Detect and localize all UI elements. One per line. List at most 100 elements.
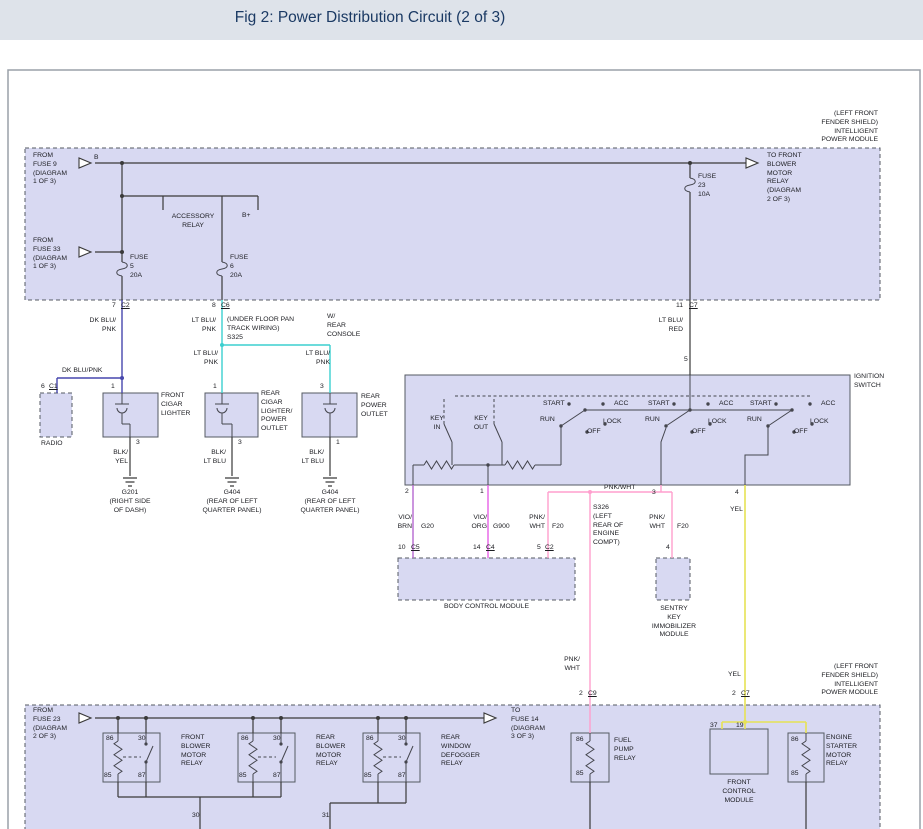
pin-6: 6 bbox=[41, 383, 45, 392]
relay3-pin-85: 85 bbox=[364, 772, 372, 781]
front-control-module-box bbox=[710, 729, 768, 774]
to-front-blower-label: TO FRONT BLOWER MOTOR RELAY (DIAGRAM 2 O… bbox=[767, 152, 802, 205]
sw1-start: START bbox=[543, 400, 565, 409]
sentry-pin-4: 4 bbox=[666, 544, 670, 553]
defogger-relay-label: REAR WINDOW DEFOGGER RELAY bbox=[441, 734, 480, 769]
sw3-lock: LOCK bbox=[810, 418, 829, 427]
connector-c4: C4 bbox=[486, 544, 495, 553]
header-bar: Fig 2: Power Distribution Circuit (2 of … bbox=[0, 0, 923, 40]
rear-cigar-pin-1: 1 bbox=[213, 383, 217, 392]
ipm-pin-2-c7: 2 bbox=[732, 690, 736, 699]
sw3-run: RUN bbox=[747, 416, 762, 425]
wire-pnk-wht-horizontal-label: PNK/WHT bbox=[604, 484, 635, 493]
rear-cigar-label: REAR CIGAR LIGHTER/ POWER OUTLET bbox=[261, 390, 292, 434]
ipm-pin-2-c9: 2 bbox=[579, 690, 583, 699]
sw2-acc: ACC bbox=[719, 400, 733, 409]
relay1-pin-87: 87 bbox=[138, 772, 146, 781]
circuit-g900: G900 bbox=[493, 523, 510, 532]
ground-g404a-label: G404 (REAR OF LEFT QUARTER PANEL) bbox=[197, 489, 267, 515]
sw2-lock: LOCK bbox=[708, 418, 727, 427]
wire-dk-blu-pnk-label2: DK BLU/PNK bbox=[62, 367, 102, 376]
pin-8: 8 bbox=[212, 302, 216, 311]
radio-label: RADIO bbox=[41, 440, 63, 449]
fuel-relay-pin-85: 85 bbox=[576, 770, 584, 779]
wire-yel-label-a: YEL bbox=[730, 506, 743, 515]
radio-box bbox=[40, 393, 72, 437]
splice-s325-label: (UNDER FLOOR PAN TRACK WIRING) S325 bbox=[227, 316, 294, 342]
ipm-bottom-label: (LEFT FRONT FENDER SHIELD) INTELLIGENT P… bbox=[778, 663, 878, 698]
starter-relay-label: ENGINE STARTER MOTOR RELAY bbox=[826, 734, 857, 769]
rear-power-pin-1: 1 bbox=[336, 439, 340, 448]
front-cigar-pin-1: 1 bbox=[111, 383, 115, 392]
sw1-lock: LOCK bbox=[603, 418, 622, 427]
wire-lt-blu-pnk-label3: LT BLU/ PNK bbox=[300, 350, 330, 368]
wire-lt-blu-pnk-label: LT BLU/ PNK bbox=[186, 317, 216, 335]
cavity-b-label: B bbox=[94, 154, 99, 163]
ipm-top-label: (LEFT FRONT FENDER SHIELD) INTELLIGENT P… bbox=[778, 110, 878, 145]
fuel-relay-pin-86: 86 bbox=[576, 736, 584, 745]
bcm-label: BODY CONTROL MODULE bbox=[398, 603, 575, 612]
fcm-pin-19: 19 bbox=[736, 722, 744, 731]
connector-c6: C6 bbox=[221, 302, 230, 311]
key-out-label: KEY OUT bbox=[472, 415, 490, 433]
fuse23-label: FUSE 23 10A bbox=[698, 173, 716, 199]
fuse5-label: FUSE 5 20A bbox=[130, 254, 148, 280]
relay3-pin-87: 87 bbox=[398, 772, 406, 781]
relay3-pin-30: 30 bbox=[398, 735, 406, 744]
connector-c7: C7 bbox=[689, 302, 698, 311]
relay2-pin-86: 86 bbox=[241, 735, 249, 744]
wire-blk-ltblu-label: BLK/ LT BLU bbox=[200, 449, 226, 467]
connector-c2: C2 bbox=[121, 302, 130, 311]
sw1-run: RUN bbox=[540, 416, 555, 425]
ignition-switch-label: IGNITION SWITCH bbox=[854, 373, 884, 391]
rear-power-label: REAR POWER OUTLET bbox=[361, 393, 388, 419]
page: Fig 2: Power Distribution Circuit (2 of … bbox=[0, 0, 923, 829]
ignition-pin-5: 5 bbox=[684, 356, 688, 365]
connector-c9: C9 bbox=[588, 690, 597, 699]
starter-relay-pin-86: 86 bbox=[791, 736, 799, 745]
key-in-label: KEY IN bbox=[429, 415, 445, 433]
from-fuse33-label: FROM FUSE 33 (DIAGRAM 1 OF 3) bbox=[33, 237, 67, 272]
wire-dk-blu-pnk-label: DK BLU/ PNK bbox=[86, 317, 116, 335]
sw3-start: START bbox=[750, 400, 772, 409]
wire-pnk-wht-label-a: PNK/ WHT bbox=[527, 514, 545, 532]
ignition-pin-2: 2 bbox=[405, 488, 409, 497]
b-plus-label: B+ bbox=[242, 212, 251, 221]
rear-cigar-pin-3: 3 bbox=[238, 439, 242, 448]
sw1-off: OFF bbox=[587, 428, 601, 437]
accessory-relay-label: ACCESSORY RELAY bbox=[162, 213, 224, 231]
bcm-pin-5: 5 bbox=[537, 544, 541, 553]
ignition-pin-3: 3 bbox=[652, 489, 656, 498]
sw1-acc: ACC bbox=[614, 400, 628, 409]
sentry-label: SENTRY KEY IMMOBILIZER MODULE bbox=[643, 605, 705, 640]
relay3-pin-86: 86 bbox=[366, 735, 374, 744]
sentry-box bbox=[656, 558, 690, 600]
figure-title: Fig 2: Power Distribution Circuit (2 of … bbox=[200, 9, 540, 27]
pin-7: 7 bbox=[112, 302, 116, 311]
from-fuse9-label: FROM FUSE 9 (DIAGRAM 1 OF 3) bbox=[33, 152, 67, 187]
wire-lt-blu-red-label: LT BLU/ RED bbox=[655, 317, 683, 335]
rear-blower-relay-label: REAR BLOWER MOTOR RELAY bbox=[316, 734, 345, 769]
relay2-pin-30: 30 bbox=[273, 735, 281, 744]
wire-yel-label-b: YEL bbox=[728, 671, 741, 680]
fcm-pin-37: 37 bbox=[710, 722, 718, 731]
circuit-f20-a: F20 bbox=[552, 523, 564, 532]
front-cigar-pin-3: 3 bbox=[136, 439, 140, 448]
circuit-g20: G20 bbox=[421, 523, 434, 532]
circuit-31: 31 bbox=[322, 812, 330, 821]
pin-11: 11 bbox=[676, 302, 683, 311]
pin-10: 10 bbox=[398, 544, 406, 553]
splice-s326-label: S326 (LEFT REAR OF ENGINE COMPT) bbox=[593, 504, 623, 548]
sw2-start: START bbox=[648, 400, 670, 409]
pin-14: 14 bbox=[473, 544, 481, 553]
ignition-pin-1: 1 bbox=[480, 488, 484, 497]
wire-blk-ltblu-label2: BLK/ LT BLU bbox=[298, 449, 324, 467]
front-blower-relay-label: FRONT BLOWER MOTOR RELAY bbox=[181, 734, 210, 769]
starter-relay-pin-85: 85 bbox=[791, 770, 799, 779]
ignition-pin-4: 4 bbox=[735, 489, 739, 498]
to-fuse14-label: TO FUSE 14 (DIAGRAM 3 OF 3) bbox=[511, 707, 545, 742]
relay2-pin-85: 85 bbox=[239, 772, 247, 781]
fuel-pump-relay-label: FUEL PUMP RELAY bbox=[614, 737, 636, 763]
wire-vio-brn-label: VIO/ BRN bbox=[394, 514, 412, 532]
rear-power-pin-3: 3 bbox=[320, 383, 324, 392]
